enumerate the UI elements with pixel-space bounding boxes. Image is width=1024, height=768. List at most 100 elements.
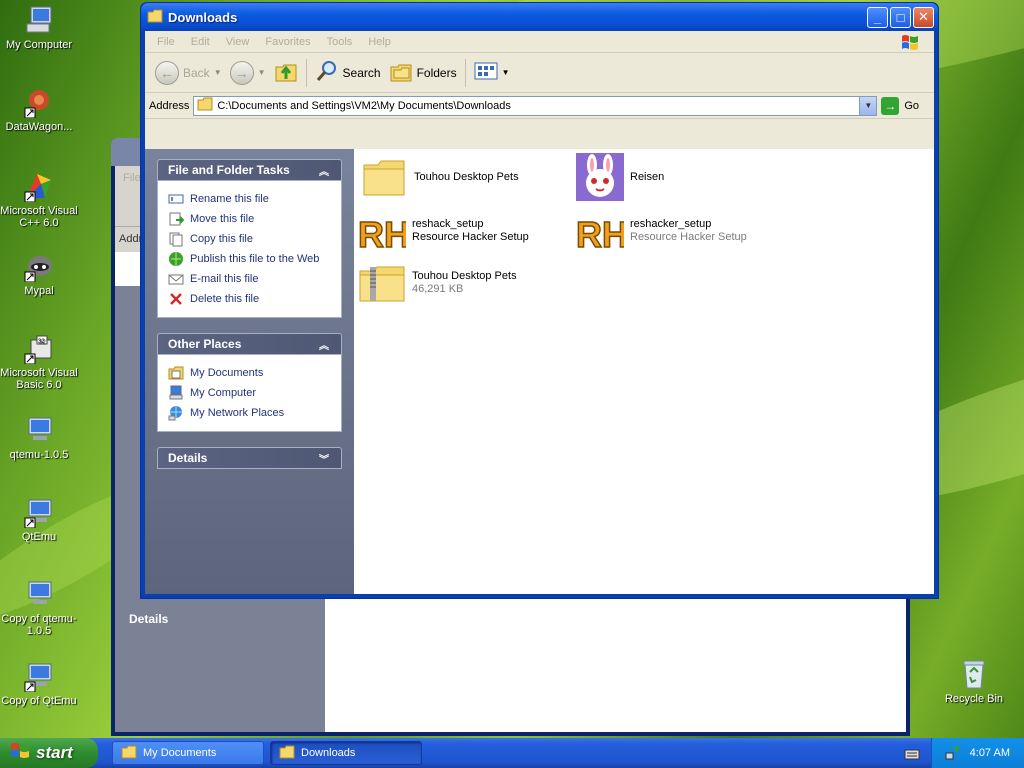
folders-button[interactable]: Folders: [385, 57, 461, 89]
windows-logo-icon: [896, 32, 924, 52]
address-dropdown-button[interactable]: ▼: [859, 96, 877, 115]
qtemu-shortcut-icon: [23, 496, 55, 529]
desktop-icon-label: DataWagon...: [5, 121, 73, 133]
network-tray-icon[interactable]: [944, 745, 960, 761]
desktop-icon-qtemu-copy-shortcut[interactable]: Copy of QtEmu: [0, 660, 78, 707]
forward-button[interactable]: → ▼: [226, 57, 270, 89]
chevron-down-icon: ▼: [257, 68, 266, 77]
panel-header[interactable]: File and Folder Tasks ︽: [157, 159, 342, 181]
windows-logo-icon: [10, 742, 30, 765]
taskbar-button-my-documents[interactable]: My Documents: [112, 741, 264, 765]
file-item[interactable]: RH reshacker_setup Resource Hacker Setup: [575, 207, 747, 256]
task-label: Delete this file: [190, 293, 260, 305]
chevron-down-icon: ▼: [501, 68, 510, 77]
desktop-icon-qtemu[interactable]: qtemu-1.0.5: [0, 414, 78, 461]
desktop-icon-visual-cpp[interactable]: Microsoft Visual C++ 6.0: [0, 170, 78, 229]
desktop-icon-my-computer[interactable]: My Computer: [0, 4, 78, 51]
task-label: Rename this file: [190, 193, 269, 205]
up-folder-icon: [274, 59, 298, 86]
place-my-computer[interactable]: My Computer: [168, 383, 331, 403]
menu-help[interactable]: Help: [360, 36, 399, 48]
folder-icon: [360, 153, 408, 201]
desktop-icon-label: Copy of QtEmu: [1, 695, 77, 707]
delete-icon: [168, 291, 184, 307]
desktop-icon-label: Microsoft Visual C++ 6.0: [0, 205, 78, 229]
maximize-button[interactable]: □: [890, 6, 911, 28]
menu-tools[interactable]: Tools: [319, 36, 361, 48]
toolbar-separator: [464, 58, 466, 87]
panel-header[interactable]: Other Places ︽: [157, 333, 342, 355]
task-delete[interactable]: Delete this file: [168, 289, 331, 309]
task-label: Publish this file to the Web: [190, 253, 320, 265]
task-publish[interactable]: Publish this file to the Web: [168, 249, 331, 269]
place-my-documents[interactable]: My Documents: [168, 363, 331, 383]
file-item[interactable]: RH reshack_setup Resource Hacker Setup: [357, 207, 529, 256]
system-tray: 4:07 AM: [930, 738, 1024, 768]
chevron-down-icon: ▼: [213, 68, 222, 77]
desktop-icon-recycle-bin[interactable]: Recycle Bin: [935, 658, 1013, 705]
desktop-icon-label: Copy of qtemu-1.0.5: [1, 613, 77, 637]
collapse-chevron-icon[interactable]: ︽: [317, 163, 331, 178]
folder-icon: [147, 9, 163, 26]
desktop-icon-datawagon[interactable]: DataWagon...: [0, 86, 78, 133]
collapse-chevron-icon[interactable]: ︽: [317, 337, 331, 352]
other-places-panel: Other Places ︽ My Documents My Computer: [157, 333, 342, 432]
minimize-icon: _: [873, 9, 882, 25]
file-name: reshack_setup: [412, 218, 484, 230]
task-label: Copy this file: [190, 233, 253, 245]
clock[interactable]: 4:07 AM: [970, 747, 1010, 759]
file-folder-tasks-panel: File and Folder Tasks ︽ Rename this file…: [157, 159, 342, 318]
panel-header[interactable]: Details ︾: [157, 447, 342, 469]
file-item[interactable]: Touhou Desktop Pets: [360, 153, 519, 201]
desktop-icon-mypal[interactable]: Mypal: [0, 250, 78, 297]
file-list: Touhou Desktop Pets Reisen RH reshack_se…: [354, 149, 934, 594]
file-size: 46,291 KB: [412, 283, 464, 295]
window-titlebar[interactable]: Downloads _ □ ✕: [141, 3, 938, 31]
task-label: E-mail this file: [190, 273, 259, 285]
desktop-icon-visual-basic[interactable]: 32 Microsoft Visual Basic 6.0: [0, 332, 78, 391]
task-email[interactable]: E-mail this file: [168, 269, 331, 289]
start-label: start: [36, 743, 73, 762]
place-label: My Documents: [190, 367, 264, 379]
start-button[interactable]: start: [0, 738, 98, 768]
resource-hacker-icon: RH: [357, 207, 411, 256]
desktop-icon-qtemu-copy[interactable]: Copy of qtemu-1.0.5: [0, 578, 78, 637]
close-button[interactable]: ✕: [913, 6, 934, 28]
go-arrow-icon: →: [881, 96, 900, 115]
window-title: Downloads: [168, 9, 238, 25]
file-description: Resource Hacker Setup: [412, 231, 529, 243]
keyboard-icon[interactable]: [904, 747, 920, 761]
task-rename[interactable]: Rename this file: [168, 189, 331, 209]
mypal-icon: [23, 250, 55, 283]
minimize-button[interactable]: _: [867, 6, 888, 28]
views-button[interactable]: ▼: [470, 57, 514, 89]
forward-arrow-icon: →: [229, 60, 254, 85]
explorer-window-downloads[interactable]: Downloads _ □ ✕ File Edit View Favorites…: [140, 2, 939, 599]
menu-favorites[interactable]: Favorites: [257, 36, 318, 48]
go-button[interactable]: → Go: [881, 96, 919, 115]
search-button[interactable]: Search: [311, 57, 385, 89]
panel-title: Other Places: [168, 337, 242, 351]
file-item[interactable]: Reisen: [576, 153, 664, 201]
taskbar-button-downloads[interactable]: Downloads: [270, 741, 422, 765]
menu-view[interactable]: View: [218, 36, 258, 48]
back-button[interactable]: ← Back ▼: [151, 57, 226, 89]
file-name: Reisen: [630, 170, 665, 183]
back-label: Back: [183, 65, 210, 80]
task-move[interactable]: Move this file: [168, 209, 331, 229]
visual-cpp-icon: [23, 170, 55, 203]
place-network[interactable]: My Network Places: [168, 403, 331, 423]
menubar: File Edit View Favorites Tools Help: [145, 31, 934, 53]
expand-chevron-icon[interactable]: ︾: [317, 451, 331, 466]
up-folder-button[interactable]: [270, 57, 302, 89]
menu-edit[interactable]: Edit: [183, 36, 218, 48]
desktop-icon-qtemu-shortcut[interactable]: QtEmu: [0, 496, 78, 543]
desktop-icon-label: qtemu-1.0.5: [9, 449, 69, 461]
task-copy[interactable]: Copy this file: [168, 229, 331, 249]
toolbar: ← Back ▼ → ▼ Search Folders ▼: [145, 53, 934, 93]
file-item[interactable]: Touhou Desktop Pets 46,291 KB: [358, 259, 517, 307]
background-window-details: Details: [129, 612, 169, 626]
menu-file[interactable]: File: [149, 36, 183, 48]
svg-text:RH: RH: [576, 214, 624, 255]
address-input[interactable]: C:\Documents and Settings\VM2\My Documen…: [193, 95, 878, 116]
